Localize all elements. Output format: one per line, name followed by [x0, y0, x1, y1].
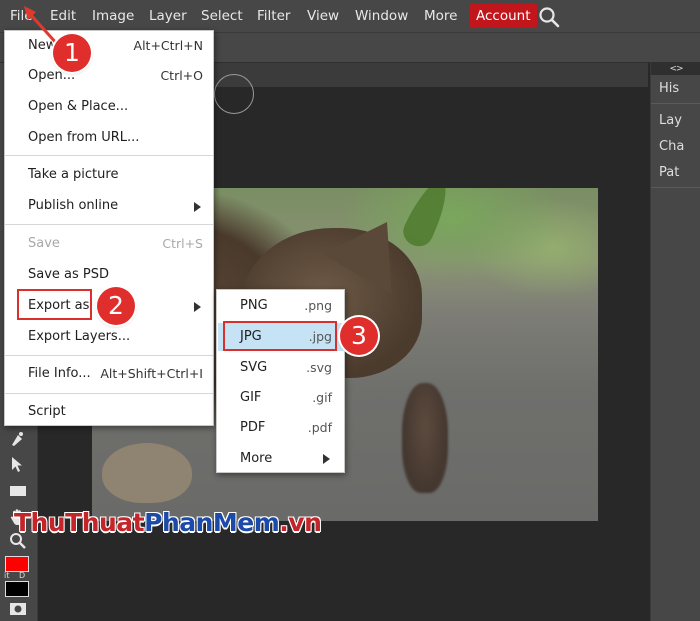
- menu-item-save-psd[interactable]: Save as PSD: [5, 261, 213, 289]
- mouse-figure: [402, 383, 448, 493]
- watermark: ThuThuatPhanMem.vn: [14, 508, 322, 537]
- menu-item-take-picture[interactable]: Take a picture: [5, 161, 213, 189]
- menu-view[interactable]: View: [299, 0, 347, 32]
- menu-item-new[interactable]: New... Alt+Ctrl+N: [5, 32, 213, 60]
- direct-select-icon[interactable]: [8, 455, 28, 475]
- export-svg[interactable]: SVG .svg: [218, 354, 344, 382]
- submenu-arrow-icon: [194, 302, 201, 312]
- menu-separator: [5, 355, 213, 356]
- highlight-jpg: [223, 321, 337, 351]
- menu-separator: [5, 393, 213, 394]
- highlight-export-as: [17, 289, 92, 320]
- export-gif[interactable]: GIF .gif: [218, 384, 344, 412]
- export-png[interactable]: PNG .png: [218, 292, 344, 320]
- menu-window[interactable]: Window: [347, 0, 416, 32]
- menu-item-open[interactable]: Open... Ctrl+O: [5, 62, 213, 90]
- menu-layer[interactable]: Layer: [141, 0, 195, 32]
- tab-paths[interactable]: Pat: [659, 165, 679, 180]
- menu-separator: [5, 224, 213, 225]
- brush-cursor: [214, 74, 254, 114]
- menu-filter[interactable]: Filter: [249, 0, 298, 32]
- panel-divider: [651, 187, 700, 188]
- cat-paw: [102, 443, 192, 503]
- swap-colors-label[interactable]: it: [4, 571, 9, 580]
- panel-collapse-toggle[interactable]: <>: [651, 63, 700, 75]
- submenu-arrow-icon: [194, 202, 201, 212]
- menu-item-script[interactable]: Script: [5, 398, 213, 426]
- tab-layers[interactable]: Lay: [659, 113, 682, 128]
- export-pdf[interactable]: PDF .pdf: [218, 414, 344, 442]
- menu-image[interactable]: Image: [84, 0, 142, 32]
- file-menu: New... Alt+Ctrl+N Open... Ctrl+O Open & Pl…: [4, 30, 214, 426]
- shape-tool-icon[interactable]: [8, 481, 28, 501]
- tab-channels[interactable]: Cha: [659, 139, 684, 154]
- search-icon[interactable]: [538, 6, 560, 28]
- menu-separator: [5, 155, 213, 156]
- menu-item-open-url[interactable]: Open from URL...: [5, 124, 213, 152]
- export-more[interactable]: More: [218, 445, 344, 473]
- menu-more[interactable]: More: [416, 0, 465, 32]
- tab-history[interactable]: His: [659, 81, 679, 96]
- menu-item-export-layers[interactable]: Export Layers...: [5, 323, 213, 351]
- right-panel: <> His Lay Cha Pat: [650, 63, 700, 621]
- step-badge-3: 3: [340, 317, 378, 355]
- submenu-arrow-icon: [323, 454, 330, 464]
- foreground-color-swatch[interactable]: [5, 556, 29, 572]
- menu-item-open-place[interactable]: Open & Place...: [5, 93, 213, 121]
- quick-mask-icon[interactable]: [8, 599, 28, 619]
- menu-item-save: Save Ctrl+S: [28, 236, 203, 251]
- menu-select[interactable]: Select: [193, 0, 251, 32]
- menu-file[interactable]: File: [2, 0, 41, 32]
- menu-bar: File Edit Image Layer Select Filter View…: [0, 0, 700, 33]
- background-color-swatch[interactable]: [5, 581, 29, 597]
- panel-divider: [651, 103, 700, 104]
- account-button[interactable]: Account: [470, 4, 537, 28]
- menu-item-publish-online[interactable]: Publish online: [5, 192, 213, 220]
- menu-item-file-info[interactable]: File Info... Alt+Shift+Ctrl+I: [5, 360, 213, 388]
- default-colors-label[interactable]: D: [19, 571, 25, 580]
- pen-tool-icon[interactable]: [8, 429, 28, 449]
- step-badge-1: 1: [53, 34, 91, 72]
- export-submenu: PNG .png JPG .jpg SVG .svg GIF .gif PDF .pdf …: [216, 289, 345, 473]
- menu-edit[interactable]: Edit: [42, 0, 84, 32]
- step-badge-2: 2: [97, 287, 135, 325]
